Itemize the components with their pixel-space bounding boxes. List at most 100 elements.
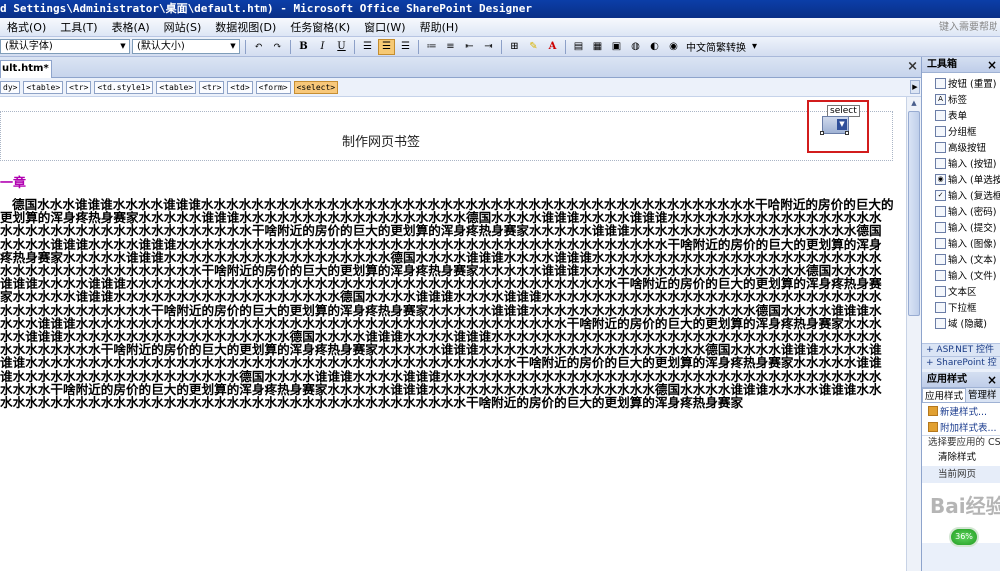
group-sharepoint-controls[interactable]: + SharePoint 控 [922, 356, 1000, 369]
undo-button[interactable]: ↶ [250, 39, 267, 55]
font-size-combo[interactable]: (默认大小) ▼ [132, 39, 240, 54]
resize-handle[interactable] [820, 131, 824, 135]
numbered-list-button[interactable]: ≔ [423, 39, 440, 55]
italic-button[interactable]: I [314, 39, 331, 55]
quick-tag[interactable]: <tr> [66, 80, 92, 94]
design-view[interactable]: 制作网页书签 select ▼ 一章 德国水水水谁谁谁水水水水谁谁谁水水水水水水… [0, 97, 906, 571]
font-color-button[interactable]: A [544, 39, 561, 55]
spelling-icon: ◉ [669, 41, 678, 52]
close-icon[interactable]: × [987, 57, 997, 73]
quick-tag[interactable]: dy> [0, 80, 21, 94]
tool-dropdown[interactable]: 下拉框 [922, 299, 1000, 315]
menu-task-panes[interactable]: 任务窗格(K) [283, 18, 357, 37]
watermark: Bai经验 [930, 494, 1000, 518]
quick-tag[interactable]: <form> [255, 80, 291, 94]
menu-data-view[interactable]: 数据视图(D) [208, 18, 283, 37]
group-aspnet-controls[interactable]: + ASP.NET 控件 [922, 343, 1000, 356]
text-input-icon [935, 253, 946, 265]
menu-site[interactable]: 网站(S) [157, 18, 209, 37]
tool-form[interactable]: 表单 [922, 107, 1000, 123]
menu-window[interactable]: 窗口(W) [357, 18, 412, 37]
resize-handle[interactable] [845, 131, 849, 135]
attach-stylesheet-link[interactable]: 附加样式表... [922, 419, 1000, 435]
chinese-conversion-button[interactable]: 中文简繁转换 [683, 39, 749, 54]
underline-button[interactable]: U [333, 39, 350, 55]
tool-hidden-field[interactable]: 域 (隐藏) [922, 315, 1000, 331]
tool-input-password[interactable]: 输入 (密码) [922, 203, 1000, 219]
decrease-indent-button[interactable]: ⇤ [461, 39, 478, 55]
tool-input-submit[interactable]: 输入 (提交) [922, 219, 1000, 235]
tool-input-text[interactable]: 输入 (文本) [922, 251, 1000, 267]
new-style-label: 新建样式... [940, 407, 988, 418]
document-tab-strip: ult.htm* × [0, 57, 921, 78]
toolbar-options-icon[interactable]: ▾ [749, 41, 760, 52]
window-title: d Settings\Administrator\桌面\default.htm)… [0, 2, 532, 15]
tool-advanced-button[interactable]: 高级按钮 [922, 139, 1000, 155]
apply-styles-body: 新建样式... 附加样式表... 选择要应用的 CS 清除样式 当前网页 [922, 403, 1000, 543]
select-css-caption: 选择要应用的 CS [922, 435, 1000, 449]
quick-tag-selector: dy> <table> <tr> <td.style1> <table> <tr… [0, 78, 921, 97]
spelling-button[interactable]: ◉ [665, 39, 682, 55]
style-combo-value: (默认字体) [5, 41, 53, 52]
highlight-button[interactable]: ✎ [525, 39, 542, 55]
menu-table[interactable]: 表格(A) [105, 18, 157, 37]
tool-reset-button[interactable]: 按钮 (重置) [922, 75, 1000, 91]
help-search-input[interactable]: 键入需要帮助 [939, 20, 997, 35]
align-center-icon: ☰ [382, 41, 391, 52]
tool-label: 输入 (单选按 [948, 175, 1000, 186]
tool-label: 下拉框 [948, 303, 977, 314]
quick-tag[interactable]: <td> [227, 80, 253, 94]
tool-input-button[interactable]: 输入 (按钮) [922, 155, 1000, 171]
tab-manage-styles[interactable]: 管理样 [966, 388, 999, 402]
quick-tag[interactable]: <table> [156, 80, 197, 94]
quick-tag-selected[interactable]: <select> [293, 80, 339, 94]
toolbox-title: 工具箱 [927, 59, 957, 70]
tool-textarea[interactable]: 文本区 [922, 283, 1000, 299]
tool-input-image[interactable]: 输入 (图像) [922, 235, 1000, 251]
quick-tag[interactable]: <td.style1> [94, 80, 154, 94]
tool-group-box[interactable]: 分组框 [922, 123, 1000, 139]
scroll-right-icon[interactable]: ▶ [910, 80, 920, 94]
bullet-list-button[interactable]: ≡ [442, 39, 459, 55]
hyperlink-button[interactable]: ◍ [627, 39, 644, 55]
indent-icon: ⇥ [484, 41, 493, 52]
tab-apply-styles[interactable]: 应用样式 [922, 388, 967, 402]
tool-input-checkbox[interactable]: ✓ 输入 (复选框 [922, 187, 1000, 203]
align-center-button[interactable]: ☰ [378, 38, 395, 55]
picture-button[interactable]: ▣ [608, 39, 625, 55]
clear-styles-item[interactable]: 清除样式 [922, 449, 1000, 466]
tool-label-control[interactable]: A 标签 [922, 91, 1000, 107]
menu-format[interactable]: 格式(O) [0, 18, 53, 37]
style-combo[interactable]: (默认字体) ▼ [0, 39, 130, 54]
table-button[interactable]: ▦ [589, 39, 606, 55]
menu-help[interactable]: 帮助(H) [413, 18, 466, 37]
current-page-group[interactable]: 当前网页 [922, 466, 1000, 483]
bold-button[interactable]: B [295, 39, 312, 55]
close-icon[interactable]: × [907, 59, 918, 74]
redo-button[interactable]: ↷ [269, 39, 286, 55]
align-left-button[interactable]: ☰ [359, 39, 376, 55]
form-icon [935, 109, 946, 121]
apply-styles-title: 应用样式 [927, 374, 967, 385]
scroll-up-icon[interactable]: ▲ [908, 97, 920, 110]
checkbox-icon: ✓ [935, 189, 946, 201]
align-right-button[interactable]: ☰ [397, 39, 414, 55]
vertical-scrollbar[interactable]: ▲ [906, 97, 921, 571]
document-tab[interactable]: ult.htm* [0, 60, 52, 78]
bookmark-button[interactable]: ◐ [646, 39, 663, 55]
tool-input-file[interactable]: 输入 (文件) [922, 267, 1000, 283]
password-icon [935, 205, 946, 217]
layer-button[interactable]: ▤ [570, 39, 587, 55]
borders-button[interactable]: ⊞ [506, 39, 523, 55]
new-style-link[interactable]: 新建样式... [922, 403, 1000, 419]
quick-tag[interactable]: <table> [23, 80, 64, 94]
toolbar-divider [418, 39, 419, 54]
scroll-thumb[interactable] [908, 111, 920, 316]
tool-input-radio[interactable]: ◉ 输入 (单选按 [922, 171, 1000, 187]
hidden-field-icon [935, 317, 946, 329]
tool-label: 分组框 [948, 127, 977, 138]
close-icon[interactable]: × [987, 372, 997, 388]
menu-tools[interactable]: 工具(T) [53, 18, 104, 37]
quick-tag[interactable]: <tr> [199, 80, 225, 94]
increase-indent-button[interactable]: ⇥ [480, 39, 497, 55]
